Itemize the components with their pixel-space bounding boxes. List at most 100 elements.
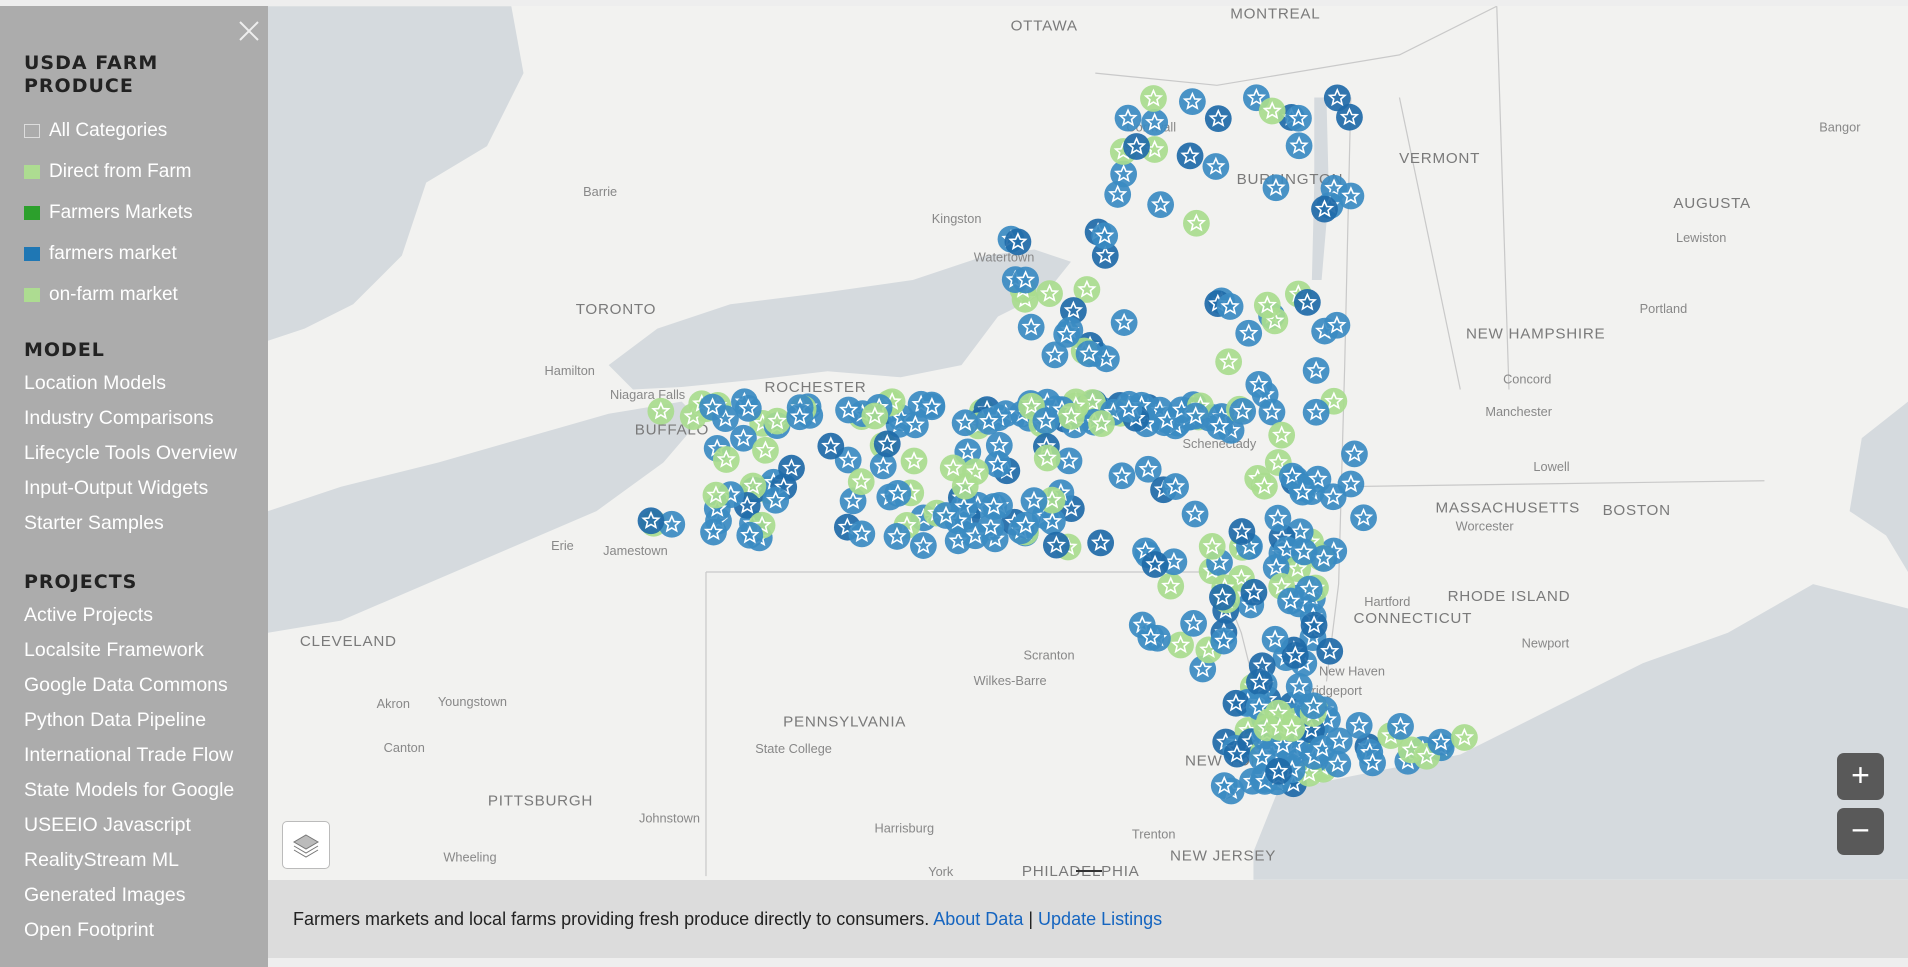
market-marker[interactable]	[1245, 370, 1273, 398]
close-icon[interactable]	[236, 18, 262, 44]
market-marker[interactable]	[1057, 402, 1085, 430]
market-marker[interactable]	[736, 521, 764, 549]
zoom-out-button[interactable]: −	[1837, 808, 1884, 855]
market-marker[interactable]	[1110, 309, 1138, 336]
nav-link[interactable]: USEEIO Javascript	[24, 808, 268, 843]
market-marker[interactable]	[1277, 587, 1304, 615]
market-marker[interactable]	[848, 520, 876, 548]
market-marker[interactable]	[1012, 266, 1039, 294]
market-marker[interactable]	[1020, 487, 1048, 515]
market-marker[interactable]	[1251, 472, 1278, 500]
market-marker[interactable]	[951, 409, 979, 437]
market-marker[interactable]	[900, 447, 928, 475]
market-marker[interactable]	[1088, 410, 1115, 438]
market-marker[interactable]	[1427, 728, 1455, 756]
nav-link[interactable]: Open Footprint	[24, 913, 268, 948]
market-marker[interactable]	[901, 411, 929, 439]
market-marker[interactable]	[1053, 320, 1081, 348]
market-marker[interactable]	[1042, 531, 1070, 559]
market-marker[interactable]	[1147, 191, 1175, 219]
market-marker[interactable]	[1140, 85, 1167, 112]
market-marker[interactable]	[1261, 625, 1289, 653]
nav-link[interactable]: Input-Output Widgets	[24, 471, 268, 506]
drag-handle[interactable]	[1076, 870, 1102, 880]
market-marker[interactable]	[1004, 228, 1032, 256]
market-marker[interactable]	[1182, 402, 1210, 430]
market-marker[interactable]	[975, 407, 1003, 435]
nav-link[interactable]: Starter Samples	[24, 506, 268, 541]
market-marker[interactable]	[1176, 142, 1204, 170]
market-marker[interactable]	[847, 468, 875, 496]
market-marker[interactable]	[1264, 504, 1292, 532]
market-marker[interactable]	[647, 397, 675, 425]
nav-link[interactable]: State Models for Google	[24, 773, 268, 808]
market-marker[interactable]	[1290, 538, 1318, 566]
legend-item[interactable]: Direct from Farm	[24, 151, 268, 192]
market-marker[interactable]	[1311, 195, 1338, 223]
market-marker[interactable]	[1210, 772, 1238, 799]
market-marker[interactable]	[939, 454, 967, 482]
market-marker[interactable]	[1017, 313, 1045, 341]
market-marker[interactable]	[1240, 578, 1268, 606]
market-marker[interactable]	[637, 507, 665, 535]
legend-item[interactable]: All Categories	[24, 110, 268, 151]
market-marker[interactable]	[873, 430, 901, 458]
market-marker[interactable]	[699, 393, 726, 421]
market-marker[interactable]	[1359, 749, 1386, 777]
market-marker[interactable]	[1202, 153, 1230, 180]
market-marker[interactable]	[1115, 395, 1143, 423]
market-marker[interactable]	[1180, 610, 1207, 637]
market-marker[interactable]	[700, 518, 727, 546]
market-marker[interactable]	[1033, 444, 1061, 472]
market-marker[interactable]	[1229, 397, 1257, 425]
market-marker[interactable]	[1210, 627, 1238, 655]
update-listings-link[interactable]: Update Listings	[1038, 909, 1162, 929]
market-marker[interactable]	[1262, 174, 1290, 202]
market-marker[interactable]	[861, 402, 889, 430]
market-marker[interactable]	[1012, 511, 1040, 539]
market-marker[interactable]	[1341, 440, 1368, 468]
market-marker[interactable]	[883, 523, 911, 550]
market-marker[interactable]	[980, 493, 1008, 520]
market-marker[interactable]	[1289, 478, 1316, 506]
market-marker[interactable]	[1183, 209, 1210, 237]
market-marker[interactable]	[1302, 398, 1330, 426]
legend-item[interactable]: on-farm market	[24, 274, 268, 315]
market-marker[interactable]	[1350, 504, 1377, 532]
map-canvas[interactable]: OTTAWAMONTREALVERMONTBURLINGTONAUGUSTABa…	[268, 6, 1908, 880]
market-marker[interactable]	[1215, 348, 1243, 376]
market-marker[interactable]	[1087, 529, 1115, 557]
nav-link[interactable]: Python Data Pipeline	[24, 703, 268, 738]
market-marker[interactable]	[752, 436, 779, 464]
market-marker[interactable]	[1179, 88, 1206, 115]
market-marker[interactable]	[1265, 757, 1293, 785]
market-marker[interactable]	[1235, 319, 1263, 347]
market-marker[interactable]	[835, 396, 862, 424]
market-marker[interactable]	[1108, 462, 1136, 490]
market-marker[interactable]	[1091, 222, 1119, 250]
legend-item[interactable]: farmers market	[24, 233, 268, 274]
market-marker[interactable]	[762, 486, 790, 514]
market-marker[interactable]	[1075, 340, 1103, 368]
market-marker[interactable]	[1268, 421, 1296, 449]
market-marker[interactable]	[932, 502, 960, 529]
nav-link[interactable]: Location Models	[24, 366, 268, 401]
nav-link[interactable]: Google Data Commons	[24, 668, 268, 703]
market-marker[interactable]	[1137, 624, 1165, 651]
market-marker[interactable]	[1258, 398, 1286, 426]
market-marker[interactable]	[1345, 711, 1373, 739]
market-marker[interactable]	[712, 446, 740, 473]
market-marker[interactable]	[1141, 109, 1169, 136]
market-marker[interactable]	[1216, 293, 1244, 320]
market-marker[interactable]	[1162, 473, 1189, 500]
market-marker[interactable]	[1157, 572, 1185, 600]
market-marker[interactable]	[1316, 637, 1344, 665]
market-marker[interactable]	[1223, 740, 1251, 768]
zoom-in-button[interactable]: +	[1837, 753, 1884, 800]
nav-link[interactable]: RealityStream ML	[24, 843, 268, 878]
market-marker[interactable]	[884, 479, 912, 507]
market-marker[interactable]	[1302, 357, 1330, 384]
market-marker[interactable]	[1285, 132, 1313, 160]
market-marker[interactable]	[1204, 105, 1232, 133]
market-marker[interactable]	[1319, 483, 1347, 511]
